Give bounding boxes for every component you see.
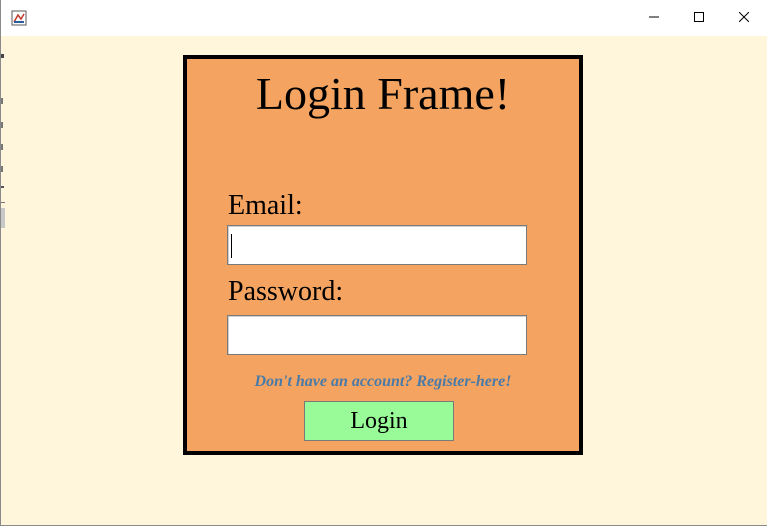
login-button[interactable]: Login: [304, 401, 454, 441]
login-panel: Login Frame! Email: Password: Don't have…: [183, 55, 583, 455]
email-label: Email:: [228, 190, 303, 221]
maximize-icon: [694, 9, 704, 27]
maximize-button[interactable]: [676, 0, 722, 36]
register-link[interactable]: Don't have an account? Register-here!: [187, 373, 579, 391]
minimize-icon: [649, 9, 659, 27]
email-field[interactable]: [227, 225, 527, 265]
app-window: Login Frame! Email: Password: Don't have…: [0, 0, 767, 526]
page-title: Login Frame!: [255, 68, 511, 119]
title-bar: [1, 0, 767, 36]
close-button[interactable]: [721, 0, 767, 36]
close-icon: [738, 9, 750, 27]
java-app-icon: [11, 10, 27, 26]
text-caret: [231, 234, 232, 258]
background-window-edge: [1, 36, 5, 236]
password-label: Password:: [228, 276, 344, 307]
minimize-button[interactable]: [631, 0, 677, 36]
password-field[interactable]: [227, 315, 527, 355]
